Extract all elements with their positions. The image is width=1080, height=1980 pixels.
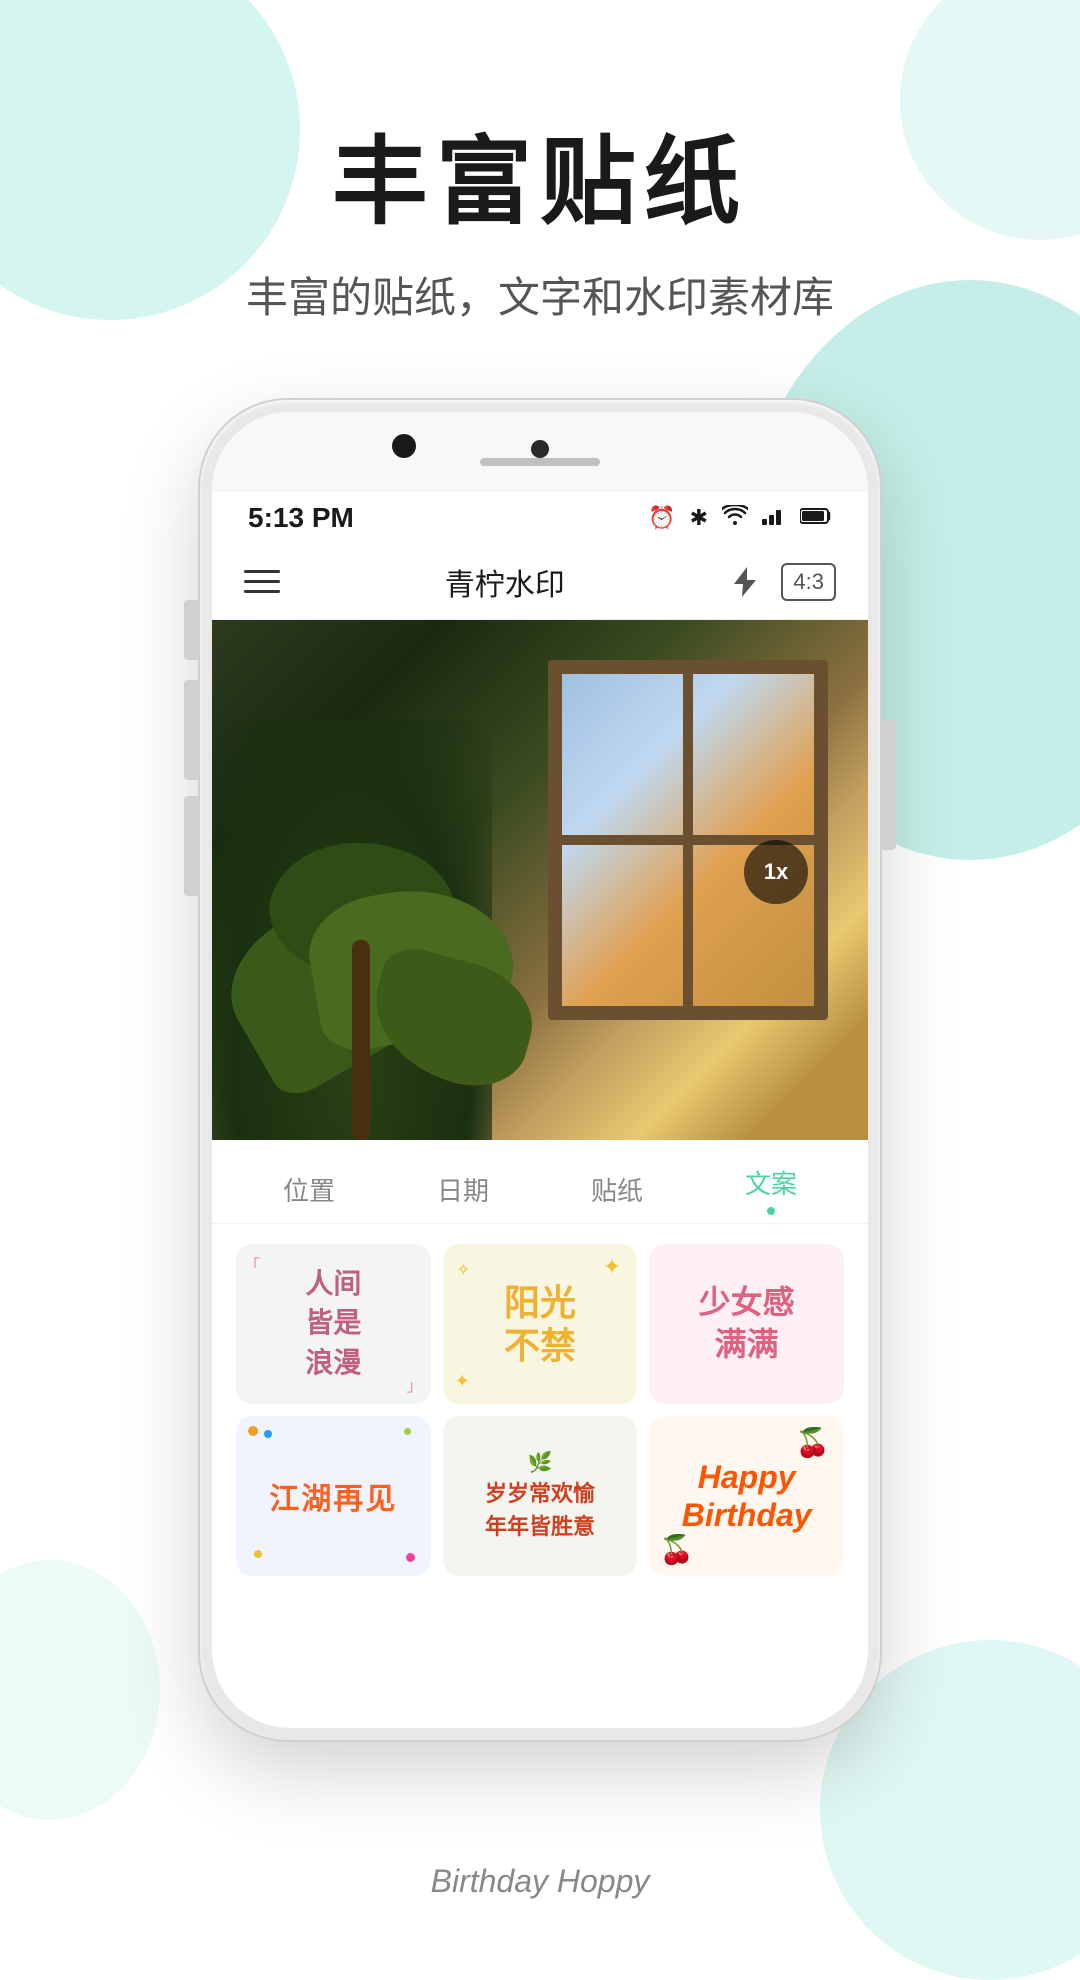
sticker-text-birthday: HappyBirthday — [682, 1458, 812, 1535]
app-title: 青柠水印 — [445, 560, 565, 604]
speaker-icon — [480, 458, 600, 466]
wifi-icon — [722, 505, 748, 531]
tab-date-label: 日期 — [437, 1171, 489, 1208]
tab-copy[interactable]: 文案 — [745, 1164, 797, 1215]
plant-stem — [352, 940, 370, 1140]
phone-screen: 5:13 PM ⏰ ✱ — [212, 412, 868, 1728]
window-bar-v — [683, 674, 693, 1006]
tab-sticker-label: 贴纸 — [591, 1171, 643, 1208]
bottom-panel: 位置 日期 贴纸 文案 — [212, 1140, 868, 1596]
tab-active-dot — [767, 1207, 775, 1215]
header-right: 4:3 — [729, 563, 836, 601]
window-decoration — [548, 660, 828, 1020]
sticker-birthday[interactable]: 🍒 🍒 HappyBirthday — [649, 1416, 844, 1576]
phone-top-bar — [212, 412, 868, 492]
main-title: 丰富贴纸 — [0, 130, 1080, 236]
sticker-jianghu[interactable]: 江湖再见 — [236, 1416, 431, 1576]
side-button-vol-up — [184, 680, 198, 780]
sticker-grid: 「 人间皆是浪漫 」 ✦ ✦ ✧ 阳光不禁 — [212, 1224, 868, 1596]
app-header: 青柠水印 4:3 — [212, 544, 868, 620]
signal-icon — [762, 505, 786, 531]
side-button-mute — [184, 600, 198, 660]
sticker-deco-tl: 「 — [244, 1252, 260, 1276]
sticker-text-jianghu: 江湖再见 — [269, 1474, 397, 1518]
sticker-romantic[interactable]: 「 人间皆是浪漫 」 — [236, 1244, 431, 1404]
tab-sticker[interactable]: 贴纸 — [591, 1171, 643, 1208]
sticker-text-happy-year: 岁岁常欢愉年年皆胜意 — [485, 1477, 595, 1543]
tab-bar: 位置 日期 贴纸 文案 — [212, 1140, 868, 1224]
sticker-text-girl: 少女感满满 — [699, 1282, 795, 1365]
tab-copy-label: 文案 — [745, 1164, 797, 1201]
tab-location-label: 位置 — [283, 1171, 335, 1208]
tab-date[interactable]: 日期 — [437, 1171, 489, 1208]
photo-area: 1x — [212, 620, 868, 1140]
phone-outer: 5:13 PM ⏰ ✱ — [200, 400, 880, 1740]
photo-background: 1x — [212, 620, 868, 1140]
front-camera-icon — [531, 440, 549, 458]
sticker-text-romantic: 人间皆是浪漫 — [305, 1265, 361, 1383]
menu-button[interactable] — [244, 570, 280, 593]
sticker-happy-year[interactable]: 🌿 岁岁常欢愉年年皆胜意 — [443, 1416, 638, 1576]
tab-location[interactable]: 位置 — [283, 1171, 335, 1208]
flash-button[interactable] — [729, 566, 761, 598]
battery-icon — [800, 505, 832, 531]
bottom-label: Birthday Hoppy — [431, 1863, 650, 1899]
status-bar: 5:13 PM ⏰ ✱ — [212, 492, 868, 544]
selfie-camera-icon — [392, 434, 416, 458]
phone-mockup: 5:13 PM ⏰ ✱ — [200, 400, 880, 1740]
ratio-button[interactable]: 4:3 — [781, 563, 836, 601]
bluetooth-icon: ✱ — [690, 505, 708, 531]
side-button-power — [882, 720, 896, 850]
bottom-label-area: Birthday Hoppy — [0, 1863, 1080, 1900]
status-icons: ⏰ ✱ — [648, 505, 832, 531]
status-time: 5:13 PM — [248, 502, 354, 534]
sticker-deco-br: 」 — [407, 1372, 423, 1396]
sticker-girl[interactable]: 少女感满满 — [649, 1244, 844, 1404]
sticker-sunshine[interactable]: ✦ ✦ ✧ 阳光不禁 — [443, 1244, 638, 1404]
text-section: 丰富贴纸 丰富的贴纸，文字和水印素材库 — [0, 130, 1080, 325]
side-button-vol-down — [184, 796, 198, 896]
sticker-text-sunshine: 阳光不禁 — [504, 1281, 576, 1367]
alarm-icon: ⏰ — [648, 505, 675, 531]
sub-title: 丰富的贴纸，文字和水印素材库 — [0, 264, 1080, 325]
blob-bottom-left — [0, 1560, 160, 1820]
zoom-badge[interactable]: 1x — [744, 840, 808, 904]
